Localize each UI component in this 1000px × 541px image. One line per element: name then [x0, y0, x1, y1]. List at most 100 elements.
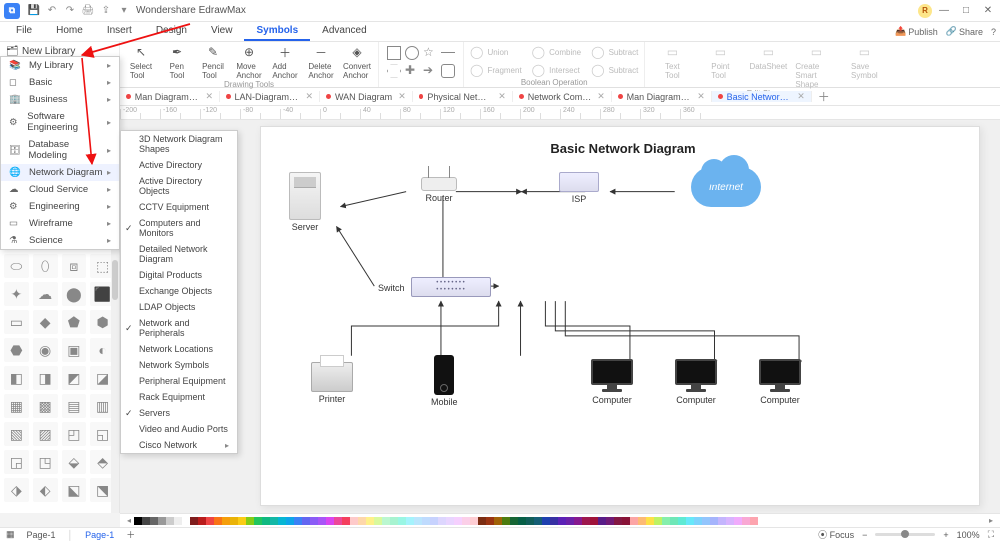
lib-sub-active-directory[interactable]: Active Directory [121, 157, 237, 173]
status-add-page[interactable]: ＋ [126, 528, 135, 541]
palette-shape[interactable]: ⬗ [4, 478, 29, 502]
palette-shape[interactable]: ✦ [4, 282, 29, 306]
color-swatch[interactable] [494, 517, 502, 525]
lib-sub-servers[interactable]: ✓Servers [121, 405, 237, 421]
palette-shape[interactable]: ◧ [4, 366, 29, 390]
palette-shape[interactable]: ⬯ [33, 254, 58, 278]
palette-shape[interactable]: ◳ [33, 450, 58, 474]
move-anchor[interactable]: ⊕MoveAnchor [234, 44, 264, 80]
pages-icon[interactable]: ▦ [6, 529, 15, 540]
boolean-fragment[interactable]: ◯Fragment [470, 62, 522, 78]
palette-shape[interactable]: ▨ [33, 422, 58, 446]
zoom-slider[interactable] [875, 533, 935, 536]
doc-tab[interactable]: LAN-Diagram-T…✕ [220, 91, 320, 102]
boolean-combine[interactable]: ◯Combine [532, 44, 581, 60]
text-tool[interactable]: ▭TextTool [651, 44, 693, 80]
color-swatch[interactable] [198, 517, 206, 525]
color-swatch[interactable] [270, 517, 278, 525]
color-swatch[interactable] [334, 517, 342, 525]
lib-sub-exchange-objects[interactable]: Exchange Objects [121, 283, 237, 299]
tab-close-icon[interactable]: ✕ [797, 91, 805, 102]
color-swatch[interactable] [606, 517, 614, 525]
color-swatch[interactable] [382, 517, 390, 525]
color-swatch[interactable] [446, 517, 454, 525]
add-anchor[interactable]: ＋AddAnchor [270, 44, 300, 80]
color-swatch[interactable] [222, 517, 230, 525]
palette-shape[interactable]: ▧ [4, 422, 29, 446]
color-swatch[interactable] [406, 517, 414, 525]
color-swatch[interactable] [478, 517, 486, 525]
zoom-out-icon[interactable]: − [862, 530, 867, 540]
color-swatch[interactable] [662, 517, 670, 525]
shape-circle[interactable] [405, 46, 419, 60]
qat-more-icon[interactable]: ▾ [118, 5, 130, 17]
fit-page-icon[interactable]: ⛶ [988, 529, 994, 540]
internet-node[interactable]: Internet [691, 167, 761, 207]
palette-shape[interactable]: ◨ [33, 366, 58, 390]
color-swatch[interactable] [518, 517, 526, 525]
lib-sub-3d-network-diagram-shapes[interactable]: 3D Network Diagram Shapes [121, 131, 237, 157]
lib-sub-network-and-peripherals[interactable]: ✓Network and Peripherals [121, 315, 237, 341]
qat-print-icon[interactable]: 🖨 [82, 5, 94, 17]
color-swatch[interactable] [526, 517, 534, 525]
color-swatch[interactable] [318, 517, 326, 525]
color-swatch[interactable] [374, 517, 382, 525]
convert-anchor[interactable]: ◈ConvertAnchor [342, 44, 372, 80]
lib-sub-cisco-network[interactable]: Cisco Network▸ [121, 437, 237, 453]
lib-sub-video-and-audio-ports[interactable]: Video and Audio Ports [121, 421, 237, 437]
pencil-tool[interactable]: ✎PencilTool [198, 44, 228, 80]
color-swatch[interactable] [158, 517, 166, 525]
color-swatch[interactable] [710, 517, 718, 525]
palette-shape[interactable]: ⬟ [62, 310, 87, 334]
help-icon[interactable]: ? [991, 27, 996, 37]
doc-tab[interactable]: Man Diagram i…✕ [120, 91, 220, 102]
color-swatch[interactable] [694, 517, 702, 525]
color-swatch[interactable] [206, 517, 214, 525]
color-swatch[interactable] [422, 517, 430, 525]
color-swatch[interactable] [646, 517, 654, 525]
printer-node[interactable]: Printer [311, 362, 353, 404]
lib-cat-software-engineering[interactable]: ⚙Software Engineering▸ [1, 108, 119, 136]
point-tool[interactable]: ▭PointTool [699, 44, 741, 80]
pen-tool[interactable]: ✒PenTool [162, 44, 192, 80]
color-swatch[interactable] [598, 517, 606, 525]
window-maximize-icon[interactable]: □ [958, 5, 974, 16]
tab-close-icon[interactable]: ✕ [697, 91, 705, 102]
color-swatch[interactable] [614, 517, 622, 525]
palette-shape[interactable]: ◆ [33, 310, 58, 334]
shape-line[interactable] [441, 52, 455, 60]
create-smart-shape[interactable]: ▭CreateSmart Shape [795, 44, 837, 89]
color-swatch[interactable] [326, 517, 334, 525]
color-swatch[interactable] [742, 517, 750, 525]
palette-shape[interactable]: ⬭ [4, 254, 29, 278]
color-swatch[interactable] [366, 517, 374, 525]
palette-shape[interactable]: ☁ [33, 282, 58, 306]
palette-scrollbar[interactable] [111, 250, 119, 513]
shape-rect[interactable] [387, 46, 401, 60]
color-swatch[interactable] [254, 517, 262, 525]
lib-cat-basic[interactable]: ◻Basic▸ [1, 74, 119, 91]
palette-shape[interactable]: ⬕ [62, 478, 87, 502]
color-swatch[interactable] [726, 517, 734, 525]
qat-redo-icon[interactable]: ↷ [64, 5, 76, 17]
qat-export-icon[interactable]: ⇪ [100, 5, 112, 17]
color-swatch[interactable] [510, 517, 518, 525]
color-swatch[interactable] [590, 517, 598, 525]
color-swatch[interactable] [238, 517, 246, 525]
shape-rounded[interactable] [441, 64, 455, 78]
menu-insert[interactable]: Insert [95, 22, 144, 41]
color-swatch[interactable] [574, 517, 582, 525]
color-swatch[interactable] [142, 517, 150, 525]
doc-tab[interactable]: Basic Network…✕ [712, 91, 812, 102]
lib-sub-detailed-network-diagram[interactable]: Detailed Network Diagram [121, 241, 237, 267]
status-page[interactable]: Page-1 [27, 530, 56, 540]
select-tool[interactable]: ↖SelectTool [126, 44, 156, 80]
color-swatch[interactable] [638, 517, 646, 525]
palette-shape[interactable]: ⬣ [4, 338, 29, 362]
palette-shape[interactable]: ◉ [33, 338, 58, 362]
shape-star[interactable] [423, 46, 437, 60]
qat-undo-icon[interactable]: ↶ [46, 5, 58, 17]
lib-cat-science[interactable]: ⚗Science▸ [1, 232, 119, 249]
lib-sub-digital-products[interactable]: Digital Products [121, 267, 237, 283]
palette-shape[interactable]: ⬖ [33, 478, 58, 502]
